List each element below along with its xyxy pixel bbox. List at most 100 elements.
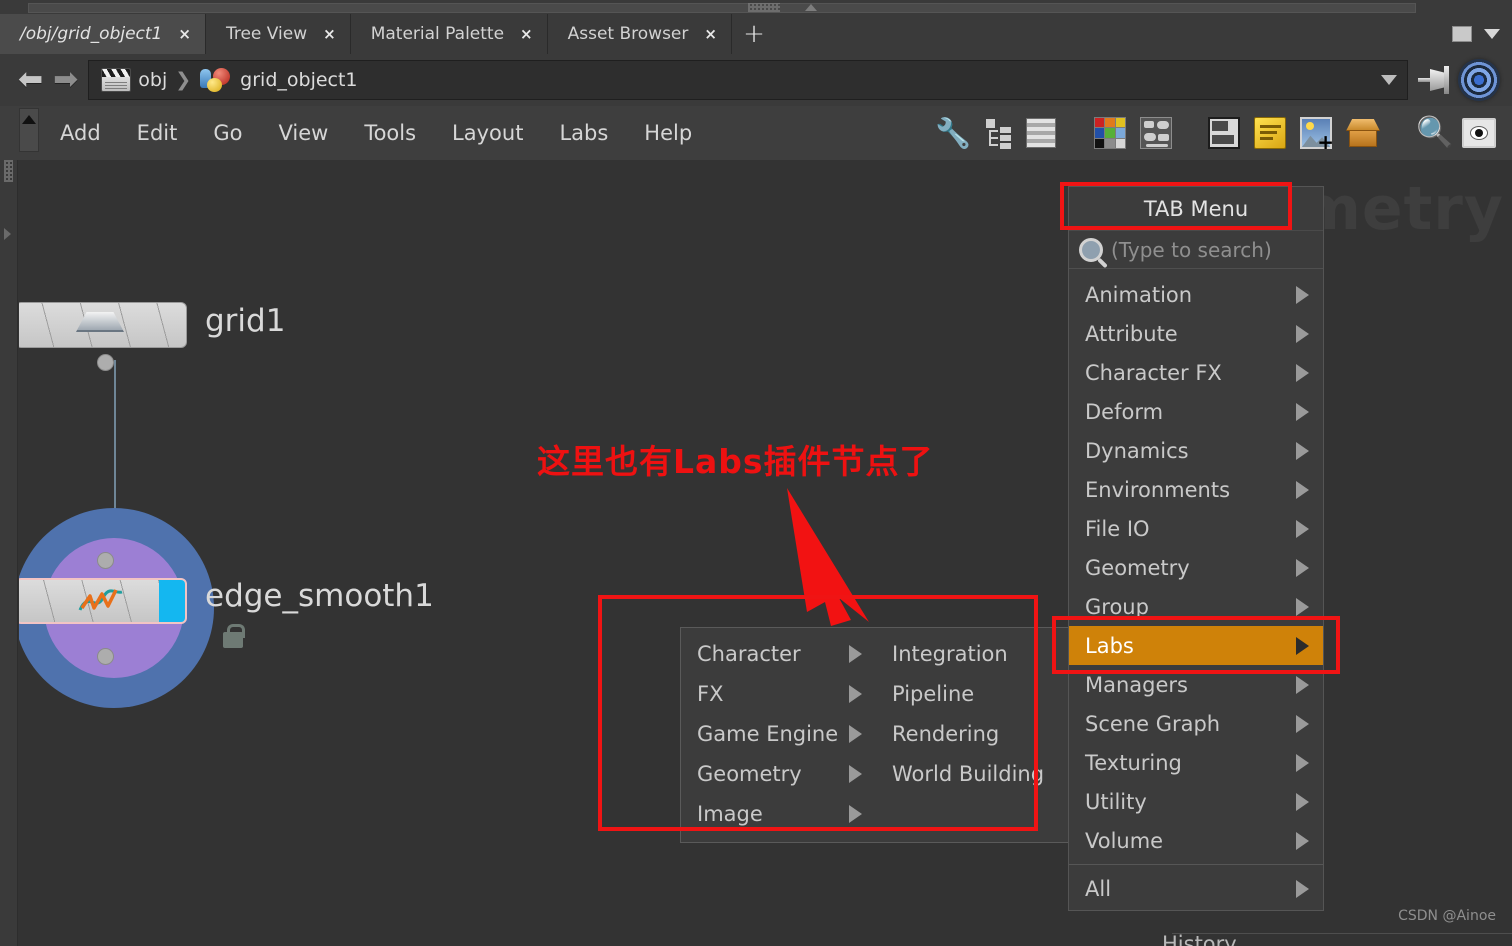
compositing-icon[interactable] xyxy=(1140,114,1178,152)
menu-item-label: Managers xyxy=(1085,672,1188,697)
path-input[interactable]: obj ❯ grid_object1 xyxy=(88,60,1408,100)
labs-item-image[interactable]: Image xyxy=(681,794,876,834)
node-display-flag[interactable] xyxy=(159,580,185,622)
tab-menu-item-environments[interactable]: Environments xyxy=(1069,470,1323,509)
drag-grip[interactable] xyxy=(748,3,780,12)
tab-menu-item-geometry[interactable]: Geometry xyxy=(1069,548,1323,587)
pin-icon[interactable] xyxy=(1414,63,1458,97)
tab-menu-item-character-fx[interactable]: Character FX xyxy=(1069,353,1323,392)
menu-item-label: Deform xyxy=(1085,399,1164,424)
menu-layout[interactable]: Layout xyxy=(434,106,541,160)
display-eye-icon[interactable] xyxy=(1462,114,1500,152)
tab-menu-search-field[interactable]: (Type to search) xyxy=(1069,231,1323,269)
labs-item-geometry[interactable]: Geometry xyxy=(681,754,876,794)
labs-item-rendering[interactable]: Rendering xyxy=(876,714,1071,754)
node-output-port[interactable] xyxy=(97,354,114,371)
chevron-right-icon xyxy=(849,765,862,783)
left-gutter xyxy=(0,106,18,946)
node-output-port[interactable] xyxy=(97,648,114,665)
tab-menu-item-deform[interactable]: Deform xyxy=(1069,392,1323,431)
csdn-watermark: CSDN @Ainoe xyxy=(1398,908,1496,924)
node-label-grid1: grid1 xyxy=(205,303,286,339)
tab-menu-item-utility[interactable]: Utility xyxy=(1069,782,1323,821)
collapse-up-triangle-icon[interactable] xyxy=(805,4,817,11)
chevron-right-icon xyxy=(1296,363,1309,382)
tab-bar-spacer xyxy=(775,14,1452,54)
node-input-port[interactable] xyxy=(97,552,114,569)
tab-obj-grid-object1[interactable]: /obj/grid_object1 × xyxy=(0,14,206,54)
window-controls xyxy=(1452,14,1512,54)
tab-menu-item-managers[interactable]: Managers xyxy=(1069,665,1323,704)
tab-menu-item-texturing[interactable]: Texturing xyxy=(1069,743,1323,782)
tab-menu-item-all[interactable]: All xyxy=(1069,869,1323,908)
menu-item-label: Geometry xyxy=(1085,555,1190,580)
tab-menu-item-group[interactable]: Group xyxy=(1069,587,1323,626)
menu-item-label: All xyxy=(1085,876,1112,901)
tab-menu-item-dynamics[interactable]: Dynamics xyxy=(1069,431,1323,470)
chevron-down-icon[interactable] xyxy=(1484,29,1500,39)
back-arrow-icon[interactable]: ⬅ xyxy=(18,65,43,95)
tab-tree-view[interactable]: Tree View × xyxy=(205,14,351,54)
collapse-menubar-button[interactable] xyxy=(19,108,39,152)
add-tab-button[interactable]: + xyxy=(731,14,776,54)
tab-menu-item-file-io[interactable]: File IO xyxy=(1069,509,1323,548)
close-icon[interactable]: × xyxy=(704,26,717,42)
sticky-note-icon[interactable] xyxy=(1254,114,1292,152)
node-edge-smooth1[interactable] xyxy=(19,578,187,624)
labs-submenu-column-right: Integration Pipeline Rendering World Bui… xyxy=(876,628,1071,842)
labs-item-label: Rendering xyxy=(892,722,1000,746)
grid-node-icon xyxy=(76,312,126,338)
red-arrow-pointer xyxy=(787,488,869,626)
expand-right-icon[interactable] xyxy=(4,228,11,240)
menu-go[interactable]: Go xyxy=(195,106,260,160)
panes-layout-icon[interactable] xyxy=(1208,114,1246,152)
tab-material-palette[interactable]: Material Palette × xyxy=(350,14,548,54)
menu-view[interactable]: View xyxy=(260,106,346,160)
menu-tools[interactable]: Tools xyxy=(346,106,434,160)
chevron-right-icon xyxy=(1296,324,1309,343)
add-image-icon[interactable]: + xyxy=(1300,114,1338,152)
labs-item-world-building[interactable]: World Building xyxy=(876,754,1071,794)
pane-tab-bar: /obj/grid_object1 × Tree View × Material… xyxy=(0,14,1512,54)
labs-submenu-column-left: Character FX Game Engine Geometry Image xyxy=(681,628,876,842)
chevron-right-icon xyxy=(849,725,862,743)
wrench-screwdriver-icon[interactable]: 🔧 xyxy=(934,114,972,152)
labs-item-game-engine[interactable]: Game Engine xyxy=(681,714,876,754)
close-icon[interactable]: × xyxy=(520,26,533,42)
close-icon[interactable]: × xyxy=(178,26,191,42)
open-box-icon[interactable] xyxy=(1346,114,1384,152)
chevron-down-icon[interactable] xyxy=(1381,75,1397,85)
search-icon[interactable]: 🔍 xyxy=(1416,114,1454,152)
close-icon[interactable]: × xyxy=(323,26,336,42)
tab-menu-item-volume[interactable]: Volume xyxy=(1069,821,1323,860)
menu-labs[interactable]: Labs xyxy=(541,106,626,160)
color-palette-icon[interactable] xyxy=(1094,114,1132,152)
tab-asset-browser[interactable]: Asset Browser × xyxy=(547,14,732,54)
menu-item-label: Attribute xyxy=(1085,321,1178,346)
labs-item-fx[interactable]: FX xyxy=(681,674,876,714)
list-rows-icon[interactable] xyxy=(1026,114,1064,152)
menu-add[interactable]: Add xyxy=(42,106,119,160)
tab-menu-panel[interactable]: TAB Menu (Type to search) Animation Attr… xyxy=(1068,186,1324,911)
lock-icon xyxy=(223,624,245,648)
chevron-right-icon xyxy=(1296,831,1309,850)
menu-help[interactable]: Help xyxy=(626,106,710,160)
display-target-icon[interactable] xyxy=(1458,59,1500,101)
labs-item-character[interactable]: Character xyxy=(681,634,876,674)
tree-list-icon[interactable] xyxy=(980,114,1018,152)
tab-menu-item-scene-graph[interactable]: Scene Graph xyxy=(1069,704,1323,743)
tab-menu-item-attribute[interactable]: Attribute xyxy=(1069,314,1323,353)
tab-menu-item-labs[interactable]: Labs xyxy=(1069,626,1323,665)
labs-item-integration[interactable]: Integration xyxy=(876,634,1071,674)
breadcrumb-grid-object1[interactable]: grid_object1 xyxy=(195,67,361,93)
labs-item-pipeline[interactable]: Pipeline xyxy=(876,674,1071,714)
labs-submenu[interactable]: Character FX Game Engine Geometry Image xyxy=(680,627,1072,843)
network-menu-items: Add Edit Go View Tools Layout Labs Help xyxy=(42,106,710,160)
desk-toolbar-slot xyxy=(28,3,1416,13)
breadcrumb-obj[interactable]: obj xyxy=(97,68,171,92)
node-grid1[interactable] xyxy=(19,302,187,348)
tab-menu-item-animation[interactable]: Animation xyxy=(1069,275,1323,314)
restore-window-icon[interactable] xyxy=(1452,26,1472,42)
forward-arrow-icon[interactable]: ➡ xyxy=(53,65,78,95)
menu-edit[interactable]: Edit xyxy=(119,106,196,160)
